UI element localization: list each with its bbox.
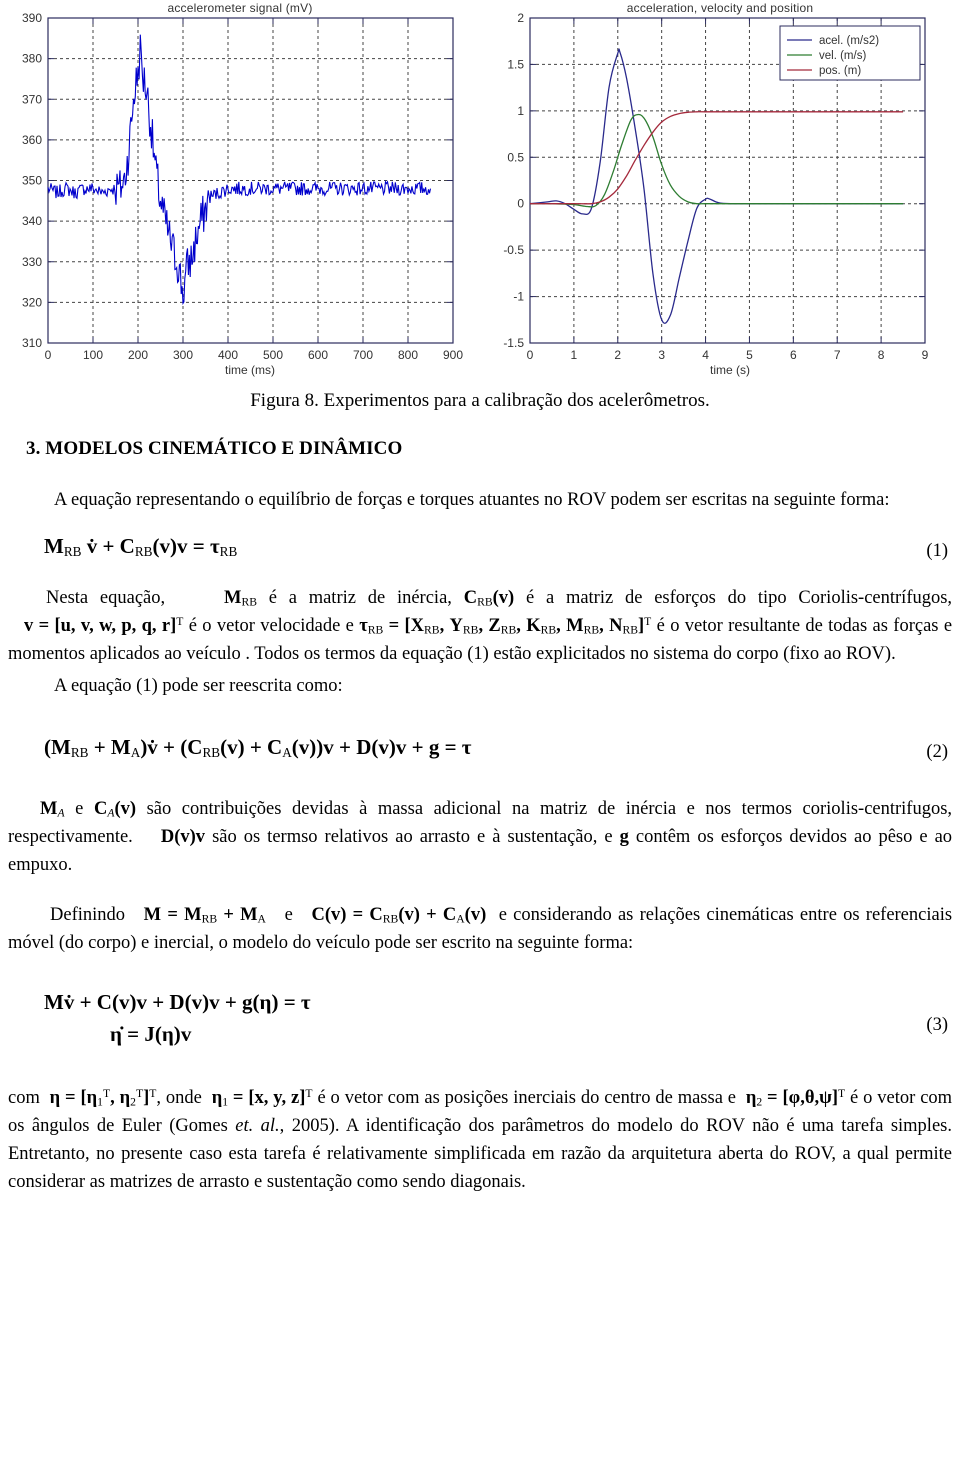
para5-seg-a: Definindo <box>50 904 126 925</box>
equation-3-line-2: η̇ = J(η)v <box>110 1021 192 1046</box>
chart-svg-right: -1.5 -1 -0.5 0 0.5 1 1.5 2 0 1 2 3 4 5 6 7 8 9 acel. (m/… <box>503 11 929 377</box>
chart-accelerometer-signal: accelerometer signal (mV) 310 320 330 340 35… <box>0 0 480 382</box>
equation-2-row: (MRB + MA)v̇ + (CRB(v) + CA(v))v + D(v)v… <box>8 735 952 765</box>
figure-8-charts: accelerometer signal (mV) 310 320 330 340 35… <box>0 0 960 382</box>
equation-2: (MRB + MA)v̇ + (CRB(v) + CA(v))v + D(v)v… <box>44 734 472 760</box>
equation-1: MRB v̇ + CRB(v)v = τRB <box>44 534 238 560</box>
svg-text:380: 380 <box>22 52 42 66</box>
symbol-eta2-def: η2 = [φ,θ,ψ]T <box>745 1087 846 1109</box>
para2-seg-d: é o vetor velocidade e <box>188 616 354 637</box>
symbol-eta-def: η = [η1T, η2T]T <box>49 1087 157 1109</box>
svg-text:pos. (m): pos. (m) <box>819 65 861 77</box>
chart-legend: acel. (m/s2) vel. (m/s) pos. (m) <box>779 25 921 81</box>
svg-text:100: 100 <box>83 348 103 362</box>
svg-text:0: 0 <box>517 197 524 211</box>
section-heading: 3. MODELOS CINEMÁTICO E DINÂMICO <box>26 438 403 459</box>
symbol-M-RB: MRB <box>223 588 257 609</box>
svg-text:300: 300 <box>173 348 193 362</box>
svg-text:350: 350 <box>22 174 42 188</box>
svg-text:4: 4 <box>702 348 709 362</box>
symbol-D-v-v: D(v)v <box>160 826 206 847</box>
svg-text:700: 700 <box>353 348 373 362</box>
paragraph-3: A equação (1) pode ser reescrita como: <box>54 676 343 697</box>
svg-text:200: 200 <box>128 348 148 362</box>
para2-seg-a: Nesta equação, <box>46 588 166 609</box>
para4-seg-c: são os termso relativos ao arrasto e à s… <box>212 826 613 847</box>
para2-seg-b: é a matriz de inércia, <box>268 588 452 609</box>
para6-seg-c: é o vetor com as posições inerciais do c… <box>317 1088 737 1109</box>
svg-text:1: 1 <box>571 348 578 362</box>
svg-text:0.5: 0.5 <box>507 150 524 164</box>
svg-text:340: 340 <box>22 214 42 228</box>
symbol-C-A-v: CA(v) <box>93 798 137 820</box>
svg-text:390: 390 <box>22 11 42 25</box>
svg-text:1: 1 <box>517 104 524 118</box>
svg-text:800: 800 <box>398 348 418 362</box>
figure-caption: Figura 8. Experimentos para a calibração… <box>250 390 710 411</box>
svg-text:acel. (m/s2): acel. (m/s2) <box>819 35 879 47</box>
symbol-eta1-def: η1 = [x, y, z]T <box>211 1087 313 1109</box>
svg-text:320: 320 <box>22 295 42 309</box>
svg-text:vel. (m/s): vel. (m/s) <box>819 50 866 62</box>
svg-text:time (ms): time (ms) <box>225 363 275 377</box>
symbol-v-vector: v = [u, v, w, p, q, r]T <box>24 615 184 637</box>
svg-text:6: 6 <box>790 348 797 362</box>
chart-acceleration-velocity-position: acceleration, velocity and position -1.5… <box>480 0 960 382</box>
symbol-tau-RB: τRB = [XRB, YRB, ZRB, KRB, MRB, NRB]T <box>359 615 652 637</box>
para6-seg-b: , onde <box>156 1088 202 1109</box>
para5-seg-b: e <box>284 904 293 925</box>
paragraph-5: Definindo M = MRB + MA e C(v) = CRB(v) +… <box>8 901 952 957</box>
svg-text:310: 310 <box>22 336 42 350</box>
equation-2-number: (2) <box>926 741 948 762</box>
svg-text:3: 3 <box>658 348 665 362</box>
para6-citation-italic: et. al. <box>235 1116 280 1137</box>
svg-text:9: 9 <box>922 348 929 362</box>
document-body: 3. MODELOS CINEMÁTICO E DINÂMICO A equaç… <box>8 438 952 1201</box>
equation-3-row: Mv̇ + C(v)v + D(v)v + g(η) = τ η̇ = J(η)… <box>8 987 952 1050</box>
para4-seg-a: e <box>75 798 84 819</box>
equation-1-row: MRB v̇ + CRB(v)v = τRB (1) <box>8 534 952 564</box>
paragraph-6: com η = [η1T, η2T]T, onde η1 = [x, y, z]… <box>8 1084 952 1196</box>
paragraph-4: MA e CA(v) são contribuições devidas à m… <box>8 795 952 879</box>
para6-seg-a: com <box>8 1088 40 1109</box>
chart-svg-left: 310 320 330 340 350 360 370 380 390 0 100 200 300 40… <box>22 11 463 377</box>
svg-text:330: 330 <box>22 255 42 269</box>
svg-text:0: 0 <box>527 348 534 362</box>
equation-3-line-1: Mv̇ + C(v)v + D(v)v + g(η) = τ <box>44 990 311 1015</box>
svg-text:2: 2 <box>614 348 621 362</box>
symbol-C-def: C(v) = CRB(v) + CA(v) <box>311 904 487 926</box>
svg-text:time (s): time (s) <box>710 363 750 377</box>
equation-3-number: (3) <box>926 1015 948 1036</box>
paragraph-2: Nesta equação, MRB é a matriz de inércia… <box>8 584 952 668</box>
svg-text:1.5: 1.5 <box>507 57 524 71</box>
symbol-M-A: MA <box>40 798 65 820</box>
svg-text:-0.5: -0.5 <box>503 243 524 257</box>
svg-text:7: 7 <box>834 348 841 362</box>
svg-text:500: 500 <box>263 348 283 362</box>
svg-text:-1.5: -1.5 <box>503 336 524 350</box>
svg-text:900: 900 <box>443 348 463 362</box>
equation-1-number: (1) <box>926 541 948 562</box>
svg-text:400: 400 <box>218 348 238 362</box>
svg-text:0: 0 <box>45 348 52 362</box>
svg-text:8: 8 <box>878 348 885 362</box>
svg-text:360: 360 <box>22 133 42 147</box>
para2-seg-c: é a matriz de esforços do tipo Coriolis-… <box>525 588 953 609</box>
svg-text:600: 600 <box>308 348 328 362</box>
symbol-C-RB-v: CRB(v) <box>463 588 515 609</box>
svg-text:370: 370 <box>22 92 42 106</box>
paragraph-1: A equação representando o equilíbrio de … <box>54 490 890 510</box>
svg-text:2: 2 <box>517 11 524 25</box>
equation-3: Mv̇ + C(v)v + D(v)v + g(η) = τ η̇ = J(η)… <box>44 987 311 1050</box>
svg-text:-1: -1 <box>513 290 524 304</box>
symbol-M-def: M = MRB + MA <box>143 904 266 926</box>
svg-text:5: 5 <box>746 348 753 362</box>
symbol-g: g <box>619 826 629 847</box>
